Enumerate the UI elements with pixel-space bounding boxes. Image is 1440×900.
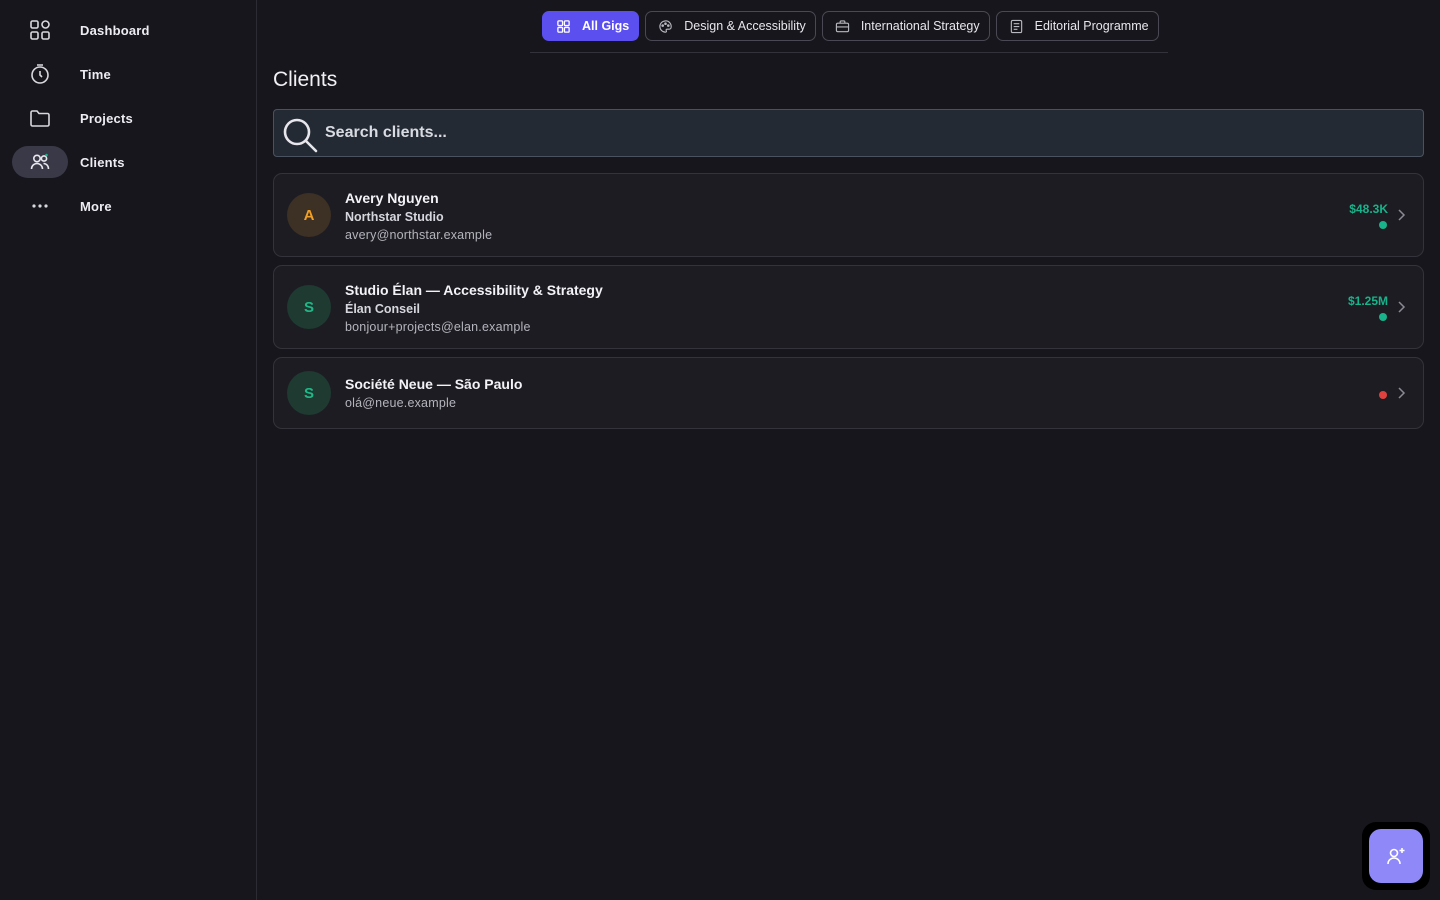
avatar: S	[287, 285, 331, 329]
tab-label: International Strategy	[860, 19, 980, 33]
sidebar-item-label: More	[80, 198, 112, 214]
chevron-right-icon	[1398, 387, 1406, 399]
chevron-right-icon	[1398, 209, 1406, 221]
avatar: A	[287, 193, 331, 237]
search-input[interactable]	[325, 110, 1405, 156]
users-icon	[12, 146, 68, 178]
client-email: avery@northstar.example	[345, 228, 493, 242]
client-company: Northstar Studio	[345, 210, 444, 224]
tab-label: Design & Accessibility	[684, 19, 806, 33]
palette-icon	[659, 19, 672, 33]
add-client-button[interactable]	[1369, 829, 1423, 883]
status-dot	[1379, 221, 1387, 229]
client-card[interactable]: A Avery Nguyen Northstar Studio avery@no…	[273, 173, 1424, 257]
client-email: olá@neue.example	[345, 396, 457, 410]
gig-tabs: All Gigs Design & Accessibility Internat…	[542, 11, 1159, 41]
sidebar-item-dashboard[interactable]: Dashboard	[0, 14, 256, 46]
tab-editorial-programme[interactable]: Editorial Programme	[995, 11, 1159, 41]
more-icon	[12, 190, 68, 222]
client-amount: $1.25M	[1347, 294, 1388, 308]
tabs-divider	[530, 52, 1168, 53]
sidebar-item-clients[interactable]: Clients	[0, 146, 256, 178]
sidebar-item-label: Clients	[80, 154, 125, 170]
client-company: Élan Conseil	[345, 302, 421, 316]
client-name: Société Neue — São Paulo	[345, 376, 523, 392]
sidebar-item-time[interactable]: Time	[0, 58, 256, 90]
sidebar-item-label: Projects	[80, 110, 133, 126]
sidebar-item-projects[interactable]: Projects	[0, 102, 256, 134]
tab-design-accessibility[interactable]: Design & Accessibility	[645, 11, 816, 41]
status-dot	[1379, 391, 1387, 399]
client-name: Studio Élan — Accessibility & Strategy	[345, 282, 603, 298]
add-user-icon	[1387, 848, 1405, 865]
sidebar-item-label: Time	[80, 66, 111, 82]
sidebar-item-more[interactable]: More	[0, 190, 256, 222]
client-card[interactable]: S Société Neue — São Paulo olá@neue.exam…	[273, 357, 1424, 429]
tab-all-gigs[interactable]: All Gigs	[542, 11, 640, 41]
avatar: S	[287, 371, 331, 415]
status-dot	[1379, 313, 1387, 321]
grid-icon	[557, 19, 570, 33]
search-icon	[283, 118, 318, 153]
document-icon	[1010, 19, 1022, 33]
grid-icon	[12, 14, 68, 46]
tab-international-strategy[interactable]: International Strategy	[821, 11, 990, 41]
client-name: Avery Nguyen	[345, 190, 439, 206]
search-bar	[273, 109, 1424, 157]
sidebar: Dashboard Time Projects Clients More	[0, 0, 257, 900]
sidebar-item-label: Dashboard	[80, 22, 150, 38]
page-title: Clients	[273, 68, 338, 91]
client-email: bonjour+projects@elan.example	[345, 320, 531, 334]
chevron-right-icon	[1398, 301, 1406, 313]
tab-label: All Gigs	[582, 19, 630, 33]
client-amount: $48.3K	[1349, 202, 1388, 216]
timer-icon	[12, 58, 68, 90]
folder-icon	[12, 102, 68, 134]
client-card[interactable]: S Studio Élan — Accessibility & Strategy…	[273, 265, 1424, 349]
briefcase-icon	[835, 19, 849, 32]
tab-label: Editorial Programme	[1034, 19, 1149, 33]
